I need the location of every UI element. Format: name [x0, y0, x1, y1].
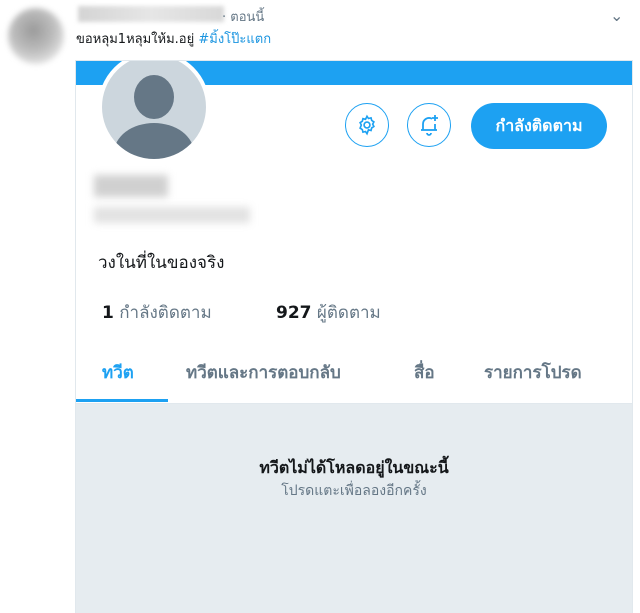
- followers-stat[interactable]: 927 ผู้ติดตาม: [276, 299, 381, 326]
- tweets-empty-state[interactable]: ทวีตไม่ได้โหลดอยู่ในขณะนี้ โปรดแตะเพื่อล…: [76, 404, 632, 613]
- profile-avatar[interactable]: [98, 61, 210, 163]
- following-stat[interactable]: 1 กำลังติดตาม: [102, 299, 212, 326]
- tweet-author-avatar[interactable]: [8, 8, 64, 64]
- tab-tweets[interactable]: ทวีต: [102, 351, 134, 403]
- tab-tweets-and-replies[interactable]: ทวีตและการตอบกลับ: [186, 351, 341, 403]
- tweet-body: ขอหลุม1หลุมให้ม.อยู่: [76, 32, 199, 47]
- profile-tabs: ทวีต ทวีตและการตอบกลับ สื่อ รายการโปรด: [76, 351, 632, 404]
- profile-bio: วงในที่ในของจริง: [98, 253, 225, 273]
- avatar-body-shape: [114, 123, 194, 159]
- display-name-redacted: [94, 175, 168, 197]
- retry-prompt[interactable]: โปรดแตะเพื่อลองอีกครั้ง: [76, 480, 632, 502]
- following-label: กำลังติดตาม: [119, 303, 212, 323]
- notifications-button[interactable]: [407, 103, 451, 147]
- hashtag-link[interactable]: #มิ้งโป๊ะแตก: [198, 32, 271, 47]
- tab-likes[interactable]: รายการโปรด: [484, 351, 582, 403]
- following-button[interactable]: กำลังติดตาม: [471, 103, 607, 149]
- following-count: 1: [102, 303, 114, 323]
- tweet-author-name-redacted: [78, 6, 224, 22]
- settings-button[interactable]: [345, 103, 389, 147]
- tweet-text: ขอหลุม1หลุมให้ม.อยู่ #มิ้งโป๊ะแตก: [76, 28, 271, 49]
- chevron-down-icon[interactable]: ⌄: [610, 6, 623, 25]
- gear-icon: [359, 114, 375, 136]
- tab-media[interactable]: สื่อ: [414, 351, 435, 403]
- tweet-timestamp: · ตอนนี้: [222, 10, 265, 25]
- active-tab-indicator: [76, 399, 168, 402]
- followers-count: 927: [276, 303, 312, 323]
- bell-plus-icon: [421, 115, 438, 136]
- avatar-head-shape: [134, 75, 174, 119]
- profile-card: กำลังติดตาม วงในที่ในของจริง 1 กำลังติดต…: [75, 60, 633, 613]
- handle-redacted: [94, 207, 250, 223]
- empty-state-title: ทวีตไม่ได้โหลดอยู่ในขณะนี้: [259, 458, 449, 477]
- followers-label: ผู้ติดตาม: [316, 303, 381, 323]
